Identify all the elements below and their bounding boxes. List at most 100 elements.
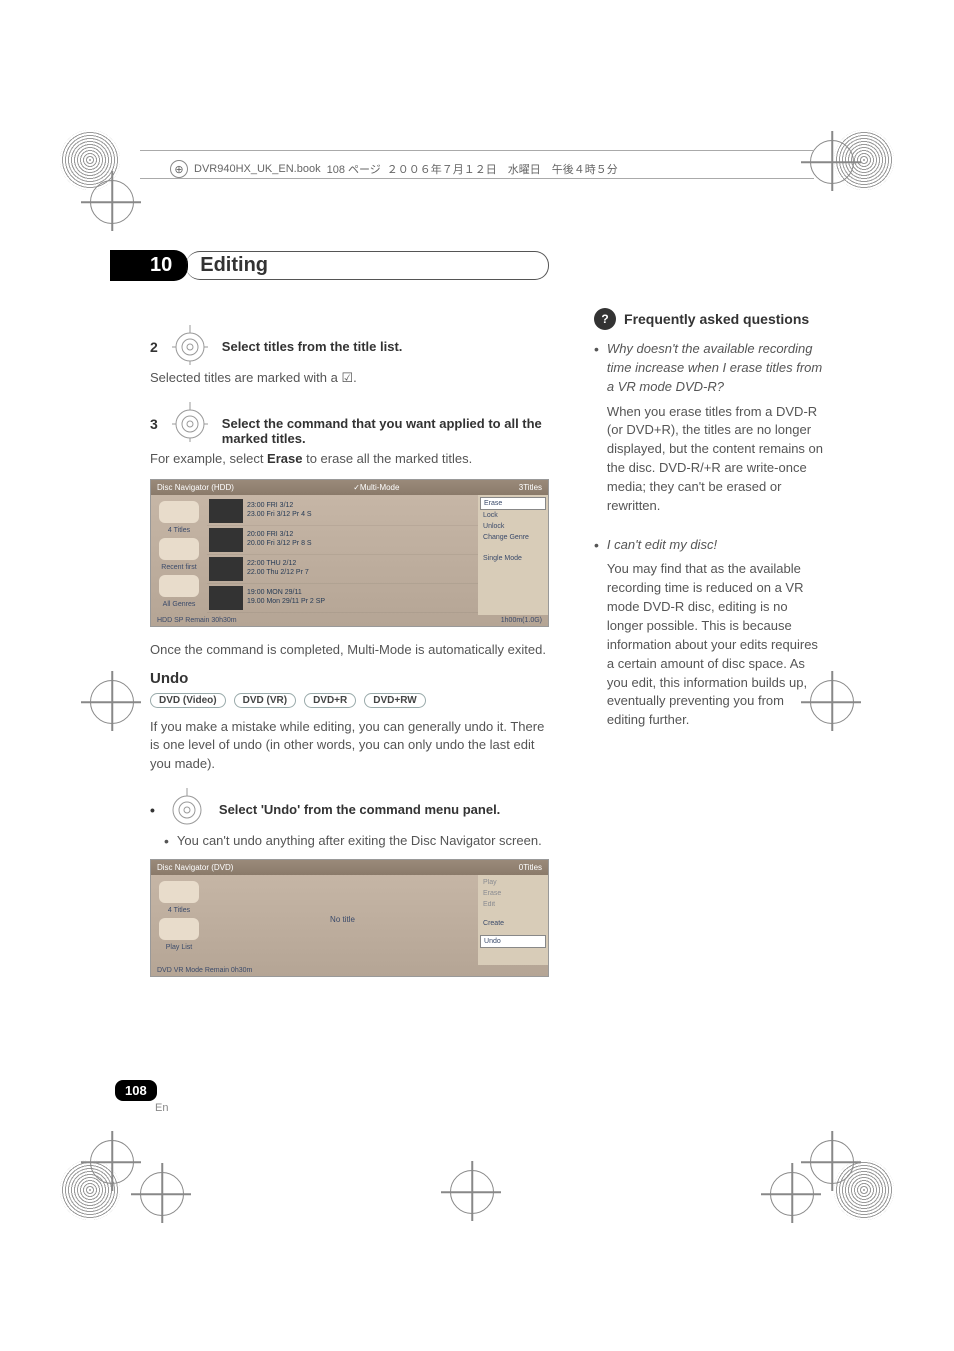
sidebar-label: Recent first	[155, 564, 203, 571]
thumb	[209, 528, 243, 552]
registration-mark	[90, 1140, 134, 1184]
sidebar-icon	[159, 881, 199, 903]
title-row: 22:00 THU 2/1222.00 Thu 2/12 Pr 7	[207, 555, 478, 584]
menu-edit: Edit	[480, 899, 546, 910]
registration-mark	[810, 1140, 854, 1184]
registration-mark	[450, 1170, 494, 1214]
chapter-title: Editing	[186, 251, 549, 280]
row-detail: 20.00 Fri 3/12 Pr 8 S	[247, 540, 312, 548]
menu-unlock: Unlock	[480, 521, 546, 532]
title-row: 19:00 MON 29/1119.00 Mon 29/11 Pr 2 SP	[207, 584, 478, 613]
step-2-subtext: Selected titles are marked with a ☑.	[150, 369, 549, 388]
undo-note: You can't undo anything after exiting th…	[164, 832, 549, 851]
menu-play: Play	[480, 877, 546, 888]
page-language: En	[155, 1102, 168, 1114]
menu-erase: Erase	[480, 888, 546, 899]
step-3-subtext: For example, select Erase to erase all t…	[150, 450, 549, 469]
header-date: ２００６年７月１２日 水曜日 午後４時５分	[387, 161, 618, 177]
step-text: Select titles from the title list.	[222, 339, 403, 354]
print-header: ⊕ DVR940HX_UK_EN.book 108 ページ ２００６年７月１２日…	[170, 160, 618, 178]
thumb	[209, 586, 243, 610]
sidebar-label: 4 Titles	[155, 527, 203, 534]
faq-answer: You may find that as the available recor…	[607, 560, 824, 730]
faq-icon: ?	[594, 308, 616, 330]
chapter-header: 10 Editing	[150, 250, 549, 281]
sidebar-icon	[159, 501, 199, 523]
undo-step: • Select 'Undo' from the command menu pa…	[150, 784, 549, 828]
title-row: 20:00 FRI 3/1220.00 Fri 3/12 Pr 8 S	[207, 526, 478, 555]
badge-dvd-vr: DVD (VR)	[234, 693, 296, 708]
faq-title: Frequently asked questions	[624, 311, 809, 327]
menu-erase: Erase	[480, 497, 546, 510]
row-time: 19:00 MON 29/11	[247, 589, 325, 597]
row-detail: 22.00 Thu 2/12 Pr 7	[247, 569, 309, 577]
smart-jog-icon	[165, 784, 209, 828]
after-screenshot-text: Once the command is completed, Multi-Mod…	[150, 641, 549, 660]
header-rule	[140, 178, 814, 179]
menu-create: Create	[480, 918, 546, 929]
menu-change-genre: Change Genre	[480, 532, 546, 543]
header-filename: DVR940HX_UK_EN.book	[194, 163, 321, 175]
chapter-number: 10	[110, 250, 188, 281]
command-menu: Erase Lock Unlock Change Genre Single Mo…	[478, 495, 548, 615]
header-page: 108 ページ	[327, 161, 381, 177]
sidebar-label: All Genres	[155, 601, 203, 608]
step-3: 3 Select the command that you want appli…	[150, 398, 549, 446]
badge-dvd-plus-rw: DVD+RW	[364, 693, 425, 708]
sidebar-label: 4 Titles	[155, 907, 203, 914]
faq-answer: When you erase titles from a DVD-R (or D…	[607, 403, 824, 516]
text: You can't undo anything after exiting th…	[177, 832, 542, 851]
row-time: 22:00 THU 2/12	[247, 560, 309, 568]
ss-foot-size: 1h00m(1.0G)	[501, 617, 542, 624]
disc-navigator-screenshot-1: Disc Navigator (HDD) ✓Multi-Mode 3Titles…	[150, 479, 549, 627]
undo-body: If you make a mistake while editing, you…	[150, 718, 549, 775]
faq-heading: ? Frequently asked questions	[594, 308, 824, 330]
text: to erase all the marked titles.	[302, 451, 472, 466]
header-rule	[140, 150, 814, 151]
undo-step-text: Select 'Undo' from the command menu pane…	[219, 802, 500, 817]
row-time: 23:00 FRI 3/12	[247, 502, 312, 510]
smart-jog-icon	[168, 321, 212, 365]
badge-dvd-video: DVD (Video)	[150, 693, 226, 708]
registration-mark	[90, 680, 134, 724]
text: Selected titles are marked with a	[150, 370, 341, 385]
ss-count: 3Titles	[519, 483, 542, 492]
row-detail: 19.00 Mon 29/11 Pr 2 SP	[247, 598, 325, 606]
disc-type-badges: DVD (Video) DVD (VR) DVD+R DVD+RW	[150, 693, 549, 708]
ss-count: 0Titles	[519, 863, 542, 872]
step-number: 2	[150, 339, 158, 355]
title-row: 23:00 FRI 3/1223.00 Fri 3/12 Pr 4 S	[207, 497, 478, 526]
command-menu: Play Erase Edit Create Undo	[478, 875, 548, 965]
text: .	[353, 370, 357, 385]
badge-dvd-plus-r: DVD+R	[304, 693, 356, 708]
ss-mode: ✓Multi-Mode	[353, 483, 399, 492]
registration-mark	[810, 140, 854, 184]
page-number: 108	[115, 1080, 157, 1101]
ss-foot-remain: Remain 30h30m	[185, 617, 236, 624]
menu-undo: Undo	[480, 935, 546, 948]
menu-lock: Lock	[480, 510, 546, 521]
thumb	[209, 499, 243, 523]
print-header-icon: ⊕	[170, 160, 188, 178]
thumb	[209, 557, 243, 581]
step-2: 2 Select titles from the title list.	[150, 321, 549, 365]
ss-foot-mode: DVD VR Mode	[157, 967, 203, 974]
row-time: 20:00 FRI 3/12	[247, 531, 312, 539]
faq-question: I can't edit my disc!	[607, 536, 824, 555]
row-detail: 23.00 Fri 3/12 Pr 4 S	[247, 511, 312, 519]
bullet-dot: •	[150, 802, 155, 818]
text-bold: Erase	[267, 451, 302, 466]
sidebar-icon	[159, 538, 199, 560]
menu-single-mode: Single Mode	[480, 553, 546, 564]
ss-foot-remain: Remain 0h30m	[205, 967, 252, 974]
no-title-text: No title	[330, 915, 355, 924]
registration-mark	[90, 180, 134, 224]
checkmark-glyph: ☑	[341, 370, 353, 385]
step-number: 3	[150, 416, 158, 432]
step-text: Select the command that you want applied…	[222, 416, 549, 446]
faq-question: Why doesn't the available recording time…	[607, 340, 824, 397]
faq-item-1: Why doesn't the available recording time…	[594, 340, 824, 532]
sidebar-label: Play List	[155, 944, 203, 951]
text: For example, select	[150, 451, 267, 466]
ss-title: Disc Navigator (HDD)	[157, 483, 234, 492]
